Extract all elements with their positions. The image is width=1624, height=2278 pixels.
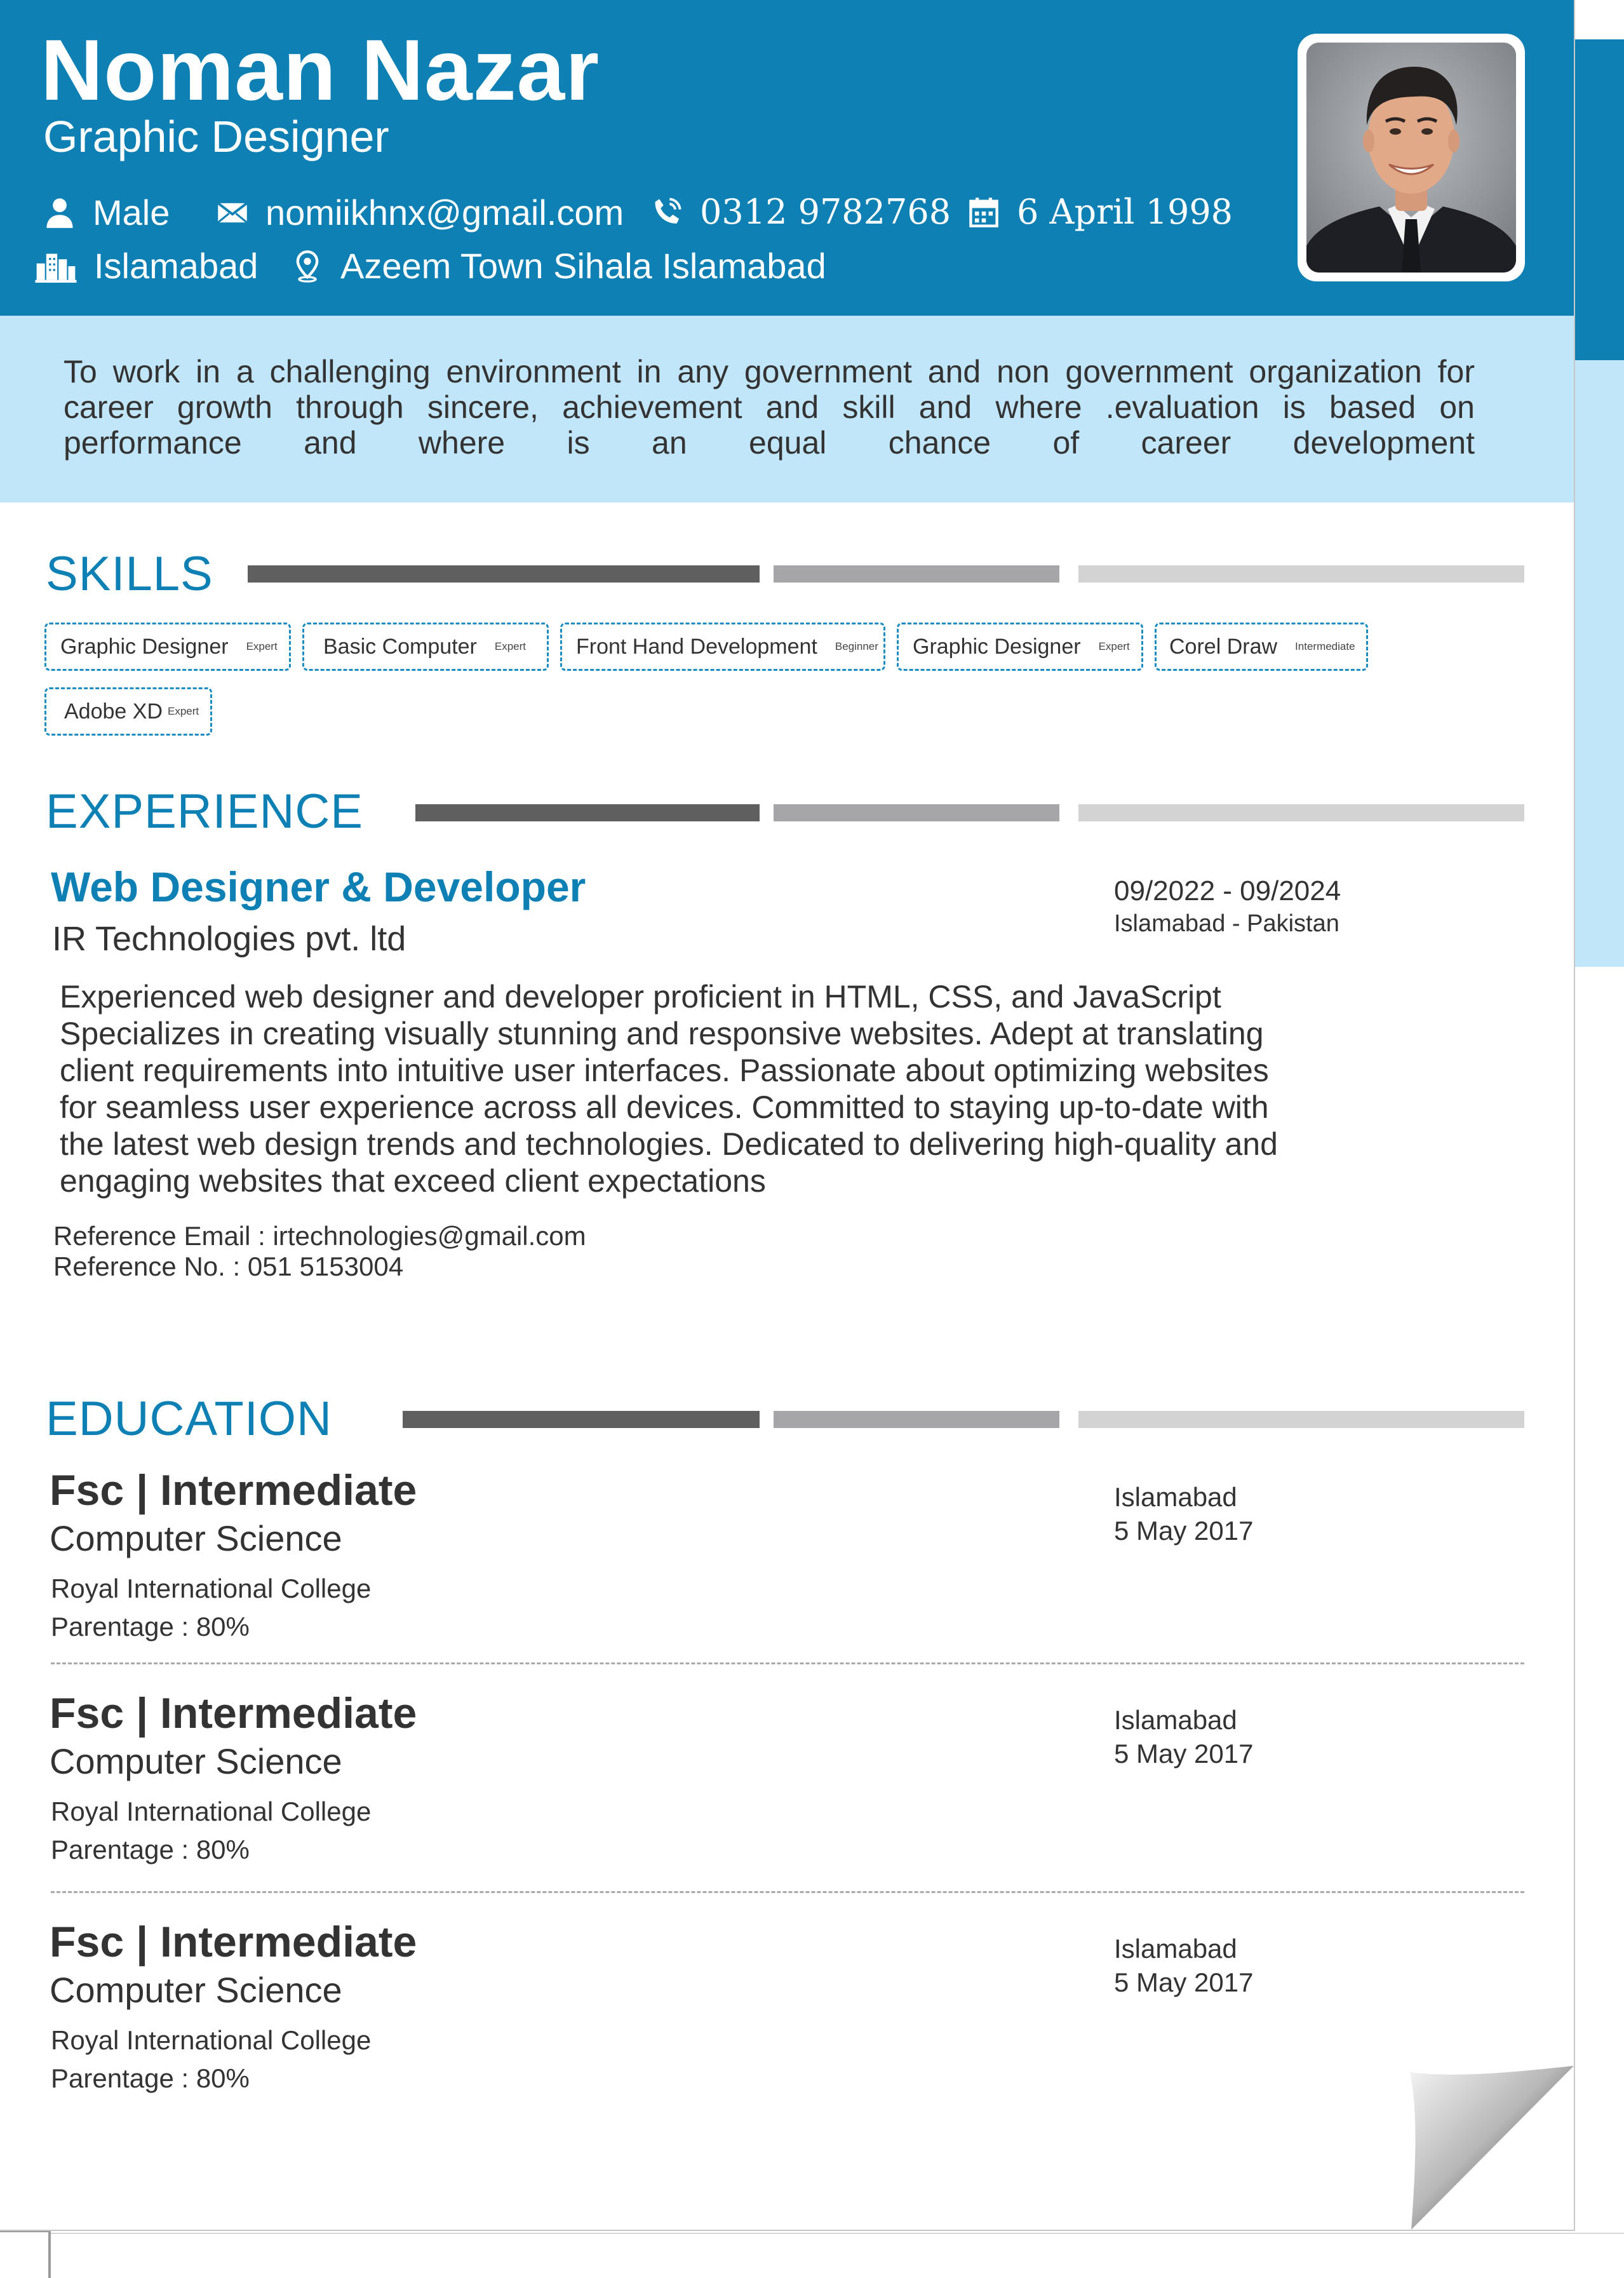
skill-name: Adobe XD [64, 699, 163, 724]
edu-percentage: Parentage : 80% [51, 2063, 250, 2093]
experience-bar-light [1078, 804, 1524, 821]
skill-name: Graphic Designer [60, 634, 229, 659]
skill-level: Expert [246, 640, 278, 652]
skill-chip: Graphic Designer Expert [897, 623, 1143, 671]
skill-level: Beginner [835, 640, 878, 652]
dob-value: 6 April 1998 [1017, 192, 1233, 232]
edu-degree: Fsc | Intermediate [50, 1689, 417, 1737]
experience-bar-mid [774, 804, 1059, 821]
user-icon [46, 198, 73, 228]
reference-email: Reference Email : irtechnologies@gmail.c… [53, 1221, 586, 1251]
email-value[interactable]: nomiikhnx@gmail.com [265, 192, 624, 233]
skill-chip: Front Hand Development Beginner [560, 623, 885, 671]
job-dates: 09/2022 - 09/2024 [1114, 875, 1341, 906]
address-value: Azeem Town Sihala Islamabad [340, 246, 826, 286]
edu-percentage: Parentage : 80% [51, 1835, 250, 1864]
education-bar-mid [774, 1411, 1059, 1428]
edu-percentage: Parentage : 80% [51, 1612, 250, 1641]
skill-name: Corel Draw [1169, 634, 1278, 659]
phone-info: 0312 9782768 [650, 192, 951, 232]
edu-school: Royal International College [51, 1796, 372, 1826]
education-heading: EDUCATION [46, 1392, 332, 1446]
job-location: Islamabad - Pakistan [1114, 910, 1339, 937]
description-line: Specializes in creating visually stunnin… [60, 1016, 1264, 1051]
experience-bar-dark [415, 804, 760, 821]
edu-city: Islamabad [1114, 1482, 1237, 1512]
back-sheet-dark-strip [1574, 39, 1624, 360]
edu-city: Islamabad [1114, 1934, 1237, 1964]
skill-chip: Basic Computer Expert [302, 623, 549, 671]
back-sheet-edge [0, 2230, 51, 2278]
profile-photo [1306, 43, 1516, 273]
experience-heading: EXPERIENCE [46, 785, 363, 839]
edu-school: Royal International College [51, 1574, 372, 1603]
edu-degree: Fsc | Intermediate [50, 1918, 417, 1966]
education-bar-dark [403, 1411, 760, 1428]
skill-level: Expert [494, 640, 527, 652]
resume-header: Noman Nazar Graphic Designer Male nomiik… [0, 0, 1574, 316]
edu-degree: Fsc | Intermediate [50, 1466, 417, 1514]
gender-value: Male [93, 192, 170, 233]
education-divider [51, 1891, 1524, 1893]
job-description: Experienced web designer and developer p… [60, 978, 1355, 1199]
skill-chip: Adobe XD Expert [44, 687, 212, 736]
skill-name: Basic Computer [323, 634, 477, 659]
phone-icon [655, 197, 681, 224]
skills-bar-dark [248, 565, 760, 583]
phone-value: 0312 9782768 [700, 192, 951, 232]
skill-level: Expert [1098, 640, 1130, 652]
objective-text: To work in a challenging environment in … [64, 354, 1475, 461]
description-line: engaging websites that exceed client exp… [60, 1163, 766, 1199]
edu-date: 5 May 2017 [1114, 1967, 1254, 1997]
description-line: for seamless user experience across all … [60, 1089, 1269, 1125]
edu-city: Islamabad [1114, 1705, 1237, 1735]
candidate-title: Graphic Designer [43, 112, 389, 161]
skill-chip: Graphic Designer Expert [44, 623, 291, 671]
skill-name: Graphic Designer [913, 634, 1081, 659]
dob-info: 6 April 1998 [967, 192, 1233, 232]
edu-field: Computer Science [50, 1518, 342, 1558]
education-bar-light [1078, 1411, 1524, 1428]
description-line: client requirements into intuitive user … [60, 1053, 1269, 1088]
reference-number: Reference No. : 051 5153004 [53, 1251, 404, 1281]
edu-field: Computer Science [50, 1741, 342, 1781]
skill-chip: Corel Draw Intermediate [1155, 623, 1368, 671]
skills-bar-light [1078, 565, 1524, 583]
city-buildings-icon [35, 253, 77, 283]
edu-date: 5 May 2017 [1114, 1739, 1254, 1769]
city-info: Islamabad [34, 245, 258, 286]
edu-field: Computer Science [50, 1970, 342, 2010]
skill-name: Front Hand Development [576, 634, 817, 659]
company-name: IR Technologies pvt. ltd [52, 920, 406, 958]
edu-school: Royal International College [51, 2025, 372, 2055]
job-title: Web Designer & Developer [51, 863, 586, 910]
objective-band: To work in a challenging environment in … [0, 316, 1574, 502]
candidate-name: Noman Nazar [41, 22, 600, 118]
profile-photo-frame [1298, 34, 1525, 281]
description-line: Experienced web designer and developer p… [60, 979, 1221, 1014]
mail-icon [217, 201, 248, 223]
location-pin-icon [296, 250, 319, 283]
skills-bar-mid [774, 565, 1059, 583]
portrait-illustration [1306, 43, 1516, 273]
skill-level: Intermediate [1295, 640, 1355, 652]
email-info: nomiikhnx@gmail.com [216, 192, 624, 233]
calendar-icon [969, 197, 998, 227]
skills-heading: SKILLS [46, 547, 213, 601]
city-value: Islamabad [94, 246, 258, 286]
back-sheet-bottom [0, 2233, 1624, 2276]
resume-page: Noman Nazar Graphic Designer Male nomiik… [0, 0, 1575, 2231]
edu-date: 5 May 2017 [1114, 1516, 1254, 1546]
address-info: Azeem Town Sihala Islamabad [291, 245, 826, 286]
description-line: the latest web design trends and technol… [60, 1126, 1278, 1162]
skill-level: Expert [168, 705, 199, 717]
gender-info: Male [43, 192, 170, 233]
education-divider [51, 1662, 1524, 1664]
